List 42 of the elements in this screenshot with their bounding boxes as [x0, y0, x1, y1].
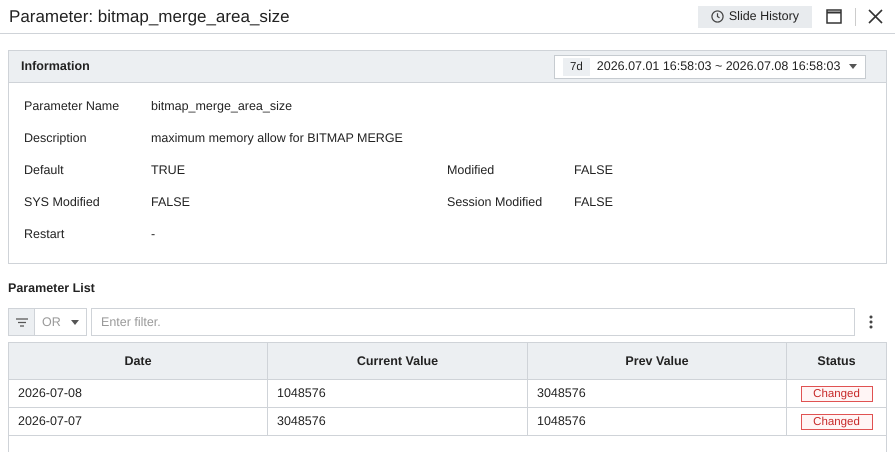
field-label: Parameter Name [23, 98, 120, 115]
field-label: Default [23, 162, 65, 179]
table-cell: 1048576 [268, 380, 528, 407]
maximize-icon[interactable] [826, 9, 842, 24]
more-options-icon[interactable] [869, 315, 873, 329]
caret-icon [71, 320, 79, 324]
field-label: Modified [446, 162, 496, 179]
close-icon[interactable] [868, 9, 883, 24]
filter-field[interactable]: Enter filter. [91, 308, 855, 336]
table-cell: 3048576 [528, 380, 787, 407]
caret-icon [849, 64, 857, 69]
column-header[interactable]: Prev Value [528, 343, 787, 379]
clock-icon [710, 10, 724, 23]
field-label: SYS Modified [23, 194, 101, 211]
column-header[interactable]: Date [9, 343, 268, 379]
date-range: 2026.07.01 16:58:03 ~ 2026.07.08 16:58:03 [596, 58, 840, 76]
range-badge: 7d [563, 58, 590, 76]
field-label: Description [23, 130, 88, 147]
table-cell: 2026-07-08 [9, 380, 268, 407]
date-range-dropdown[interactable]: 7d 2026.07.01 16:58:03 ~ 2026.07.08 16:58:03 [554, 54, 866, 78]
field-value: TRUE [151, 162, 186, 179]
field-label: Restart [23, 226, 66, 243]
filter-icon-button[interactable] [9, 309, 35, 335]
status-badge: Changed [800, 386, 872, 402]
column-header[interactable]: Status [787, 343, 886, 379]
table-cell: 1048576 [528, 408, 787, 435]
field-value: maximum memory allow for BITMAP MERGE [151, 130, 403, 147]
section-title: Parameter List [8, 281, 96, 296]
field-label: Session Modified [446, 194, 544, 211]
panel-title: Information [21, 58, 90, 76]
window-title: Parameter: bitmap_merge_area_size [9, 6, 290, 28]
status-badge: Changed [800, 414, 872, 430]
table-cell: 2026-07-07 [9, 408, 268, 435]
field-value: - [151, 226, 156, 243]
column-header[interactable]: Current Value [268, 343, 528, 379]
field-value: FALSE [151, 194, 190, 211]
field-value: bitmap_merge_area_size [151, 98, 292, 115]
slide-history-button[interactable]: Slide History [698, 6, 812, 28]
field-value: FALSE [574, 162, 613, 179]
filter-icon [16, 318, 28, 326]
table-cell: 3048576 [268, 408, 528, 435]
field-value: FALSE [574, 194, 613, 211]
